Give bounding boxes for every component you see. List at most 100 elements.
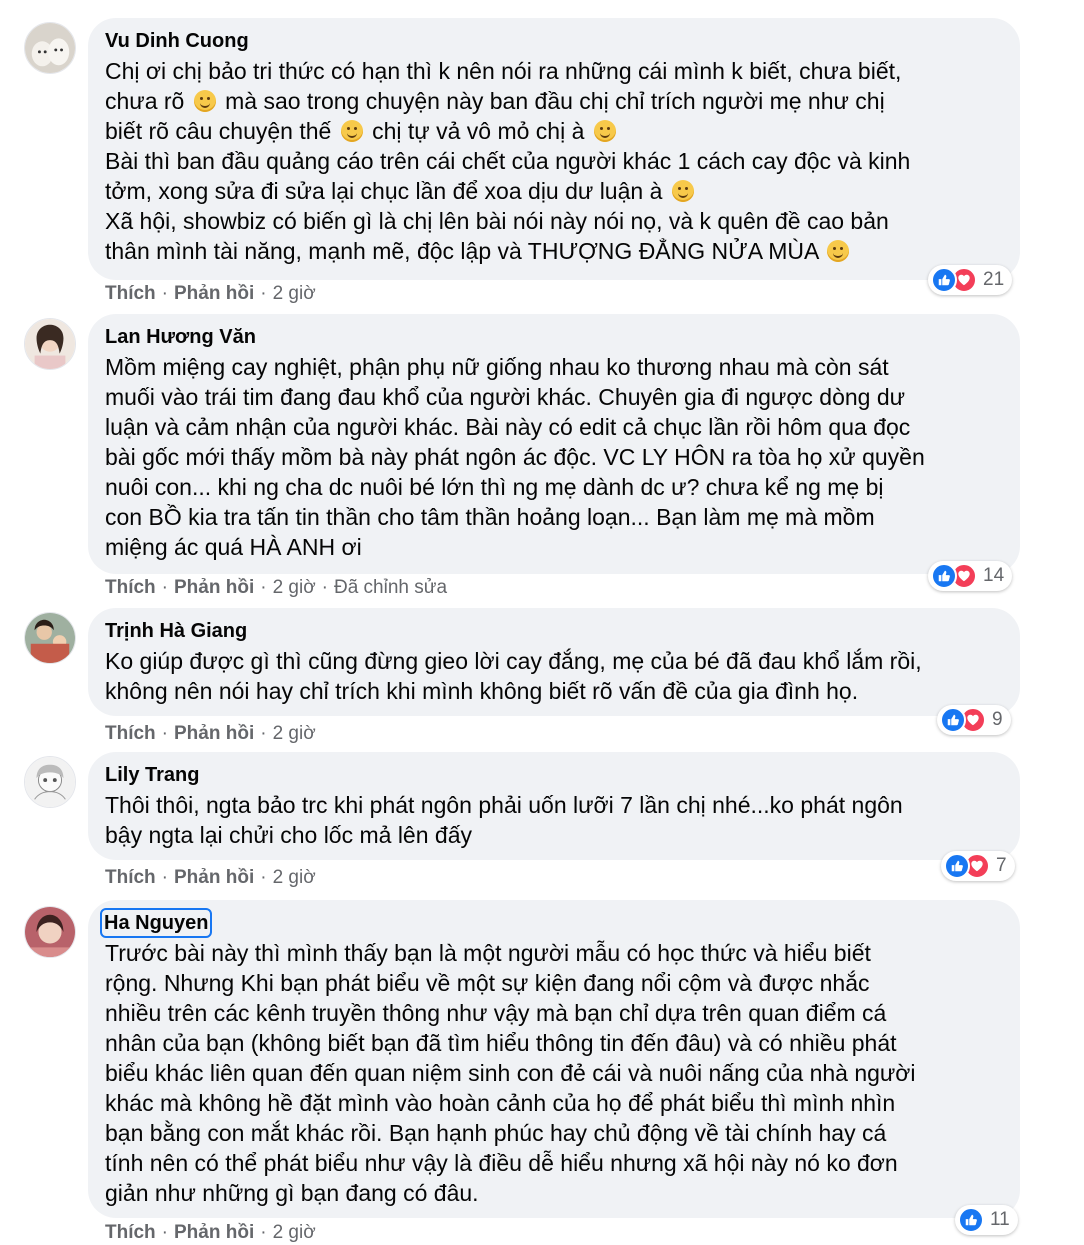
like-button[interactable]: Thích (105, 283, 156, 304)
reply-button[interactable]: Phản hồi (174, 577, 254, 598)
reaction-summary[interactable]: 7 (941, 851, 1015, 881)
reaction-count: 21 (983, 269, 1005, 290)
comment-bubble: Vu Dinh Cuong Chị ơi chị bảo tri thức có… (88, 18, 1020, 280)
comment-bubble: Lily Trang Thôi thôi, ngta bảo trc khi p… (88, 752, 1020, 860)
comment-line: rộng. Nhưng Khi bạn phát biểu về một sự … (105, 970, 870, 996)
comment-line: khác mà không hề đặt mình vào hoàn cảnh … (105, 1090, 896, 1116)
reply-button[interactable]: Phản hồi (174, 867, 254, 888)
avatar[interactable] (24, 22, 76, 74)
comment-line: bài gốc mới thấy mồm bà này phát ngôn ác… (105, 444, 925, 470)
edited-label[interactable]: Đã chỉnh sửa (334, 577, 447, 598)
like-icon (931, 563, 957, 589)
comment-line: Trước bài này thì mình thấy bạn là một n… (105, 940, 871, 966)
comment-line: nhân của bạn (không biết bạn đã tìm hiểu… (105, 1030, 897, 1056)
comment-bubble: Trịnh Hà Giang Ko giúp được gì thì cũng … (88, 608, 1020, 716)
commenter-name[interactable]: Trịnh Hà Giang (105, 618, 247, 644)
like-button[interactable]: Thích (105, 577, 156, 598)
comment-line: bạn bằng con mắt khác rồi. Bạn hạnh phúc… (105, 1120, 887, 1146)
separator: · (161, 577, 168, 598)
reaction-summary[interactable]: 9 (937, 705, 1011, 735)
separator: · (161, 283, 168, 304)
comment-text: Mồm miệng cay nghiệt, phận phụ nữ giống … (105, 352, 1002, 562)
comment-line: Thôi thôi, ngta bảo trc khi phát ngôn ph… (105, 792, 903, 818)
timestamp[interactable]: 2 giờ (273, 867, 316, 888)
reaction-count: 9 (992, 709, 1003, 730)
comment-line: Xã hội, showbiz có biến gì là chị lên bà… (105, 208, 889, 234)
commenter-name[interactable]: Vu Dinh Cuong (105, 28, 249, 54)
comment-line: Bài thì ban đầu quảng cáo trên cái chết … (105, 148, 911, 174)
comment-line: con BỒ kia tra tấn tin thần cho tâm thần… (105, 504, 875, 530)
separator: · (260, 283, 267, 304)
separator: · (161, 723, 168, 744)
smile-emoji-icon (193, 90, 216, 112)
separator: · (321, 577, 328, 598)
timestamp[interactable]: 2 giờ (273, 577, 316, 598)
reaction-count: 11 (990, 1209, 1010, 1230)
comment-text: Ko giúp được gì thì cũng đừng gieo lời c… (105, 646, 1002, 706)
comment-actions: Thích · Phản hồi · 2 giờ · Đã chỉnh sửa (105, 576, 447, 600)
comment-line: biết rõ câu chuyện thế (105, 118, 332, 144)
comment-text: Thôi thôi, ngta bảo trc khi phát ngôn ph… (105, 790, 1002, 850)
comment-line: Mồm miệng cay nghiệt, phận phụ nữ giống … (105, 354, 889, 380)
comment-text: Trước bài này thì mình thấy bạn là một n… (105, 938, 1002, 1208)
comment-line: không nên nói hay chỉ trích khi mình khô… (105, 678, 859, 704)
commenter-name[interactable]: Ha Nguyen (99, 908, 213, 938)
comment-actions: Thích · Phản hồi · 2 giờ (105, 282, 316, 306)
commenter-name[interactable]: Lan Hương Văn (105, 324, 256, 350)
comment-line: luận và cảm nhận của người khác. Bài này… (105, 414, 911, 440)
comment-line: muối vào trái tim đang đau khổ của người… (105, 384, 906, 410)
avatar[interactable] (24, 906, 76, 958)
timestamp[interactable]: 2 giờ (273, 1222, 316, 1243)
comment-line: thân mình tài năng, mạnh mẽ, độc lập và … (105, 238, 819, 264)
separator: · (161, 1222, 168, 1243)
like-icon (958, 1207, 984, 1233)
smile-emoji-icon (593, 120, 616, 142)
avatar[interactable] (24, 318, 76, 370)
commenter-name[interactable]: Lily Trang (105, 762, 199, 788)
reply-button[interactable]: Phản hồi (174, 723, 254, 744)
comment-line: nhiều trên các kênh truyền thông như vậy… (105, 1000, 887, 1026)
reaction-count: 7 (996, 855, 1007, 876)
timestamp[interactable]: 2 giờ (273, 283, 316, 304)
like-icon (940, 707, 966, 733)
comment-line: tính nên có thể phát biểu như vậy là điề… (105, 1150, 898, 1176)
comment-line: bậy ngta lại chửi cho lốc mả lên đấy (105, 822, 472, 848)
smile-emoji-icon (671, 180, 694, 202)
separator: · (260, 577, 267, 598)
like-button[interactable]: Thích (105, 1222, 156, 1243)
comment-bubble: Ha Nguyen Trước bài này thì mình thấy bạ… (88, 900, 1020, 1218)
reply-button[interactable]: Phản hồi (174, 283, 254, 304)
comment-actions: Thích · Phản hồi · 2 giờ (105, 1221, 316, 1245)
comment-text: Chị ơi chị bảo tri thức có hạn thì k nên… (105, 56, 1002, 266)
comment-line: chị tự vả vô mỏ chị à (372, 118, 585, 144)
avatar[interactable] (24, 612, 76, 664)
separator: · (161, 867, 168, 888)
reply-button[interactable]: Phản hồi (174, 1222, 254, 1243)
timestamp[interactable]: 2 giờ (273, 723, 316, 744)
comment-line: miệng ác quá HÀ ANH ơi (105, 534, 362, 560)
comment-line: Chị ơi chị bảo tri thức có hạn thì k nên… (105, 58, 902, 84)
comment-line: giản như những gì bạn đang có đâu. (105, 1180, 479, 1206)
reaction-summary[interactable]: 11 (955, 1205, 1018, 1235)
comment-bubble: Lan Hương Văn Mồm miệng cay nghiệt, phận… (88, 314, 1020, 574)
like-button[interactable]: Thích (105, 867, 156, 888)
separator: · (260, 1222, 267, 1243)
separator: · (260, 723, 267, 744)
reaction-count: 14 (983, 565, 1005, 586)
like-button[interactable]: Thích (105, 723, 156, 744)
smile-emoji-icon (340, 120, 363, 142)
separator: · (260, 867, 267, 888)
smile-emoji-icon (827, 240, 850, 262)
comment-line: biểu khác liên quan đến quan niệm sinh c… (105, 1060, 916, 1086)
comment-line: chưa rõ (105, 88, 185, 114)
comment-line: tởm, xong sửa đi sửa lại chục lần để xoa… (105, 178, 663, 204)
reaction-summary[interactable]: 21 (928, 265, 1013, 295)
like-icon (931, 267, 957, 293)
reaction-summary[interactable]: 14 (928, 561, 1013, 591)
comment-actions: Thích · Phản hồi · 2 giờ (105, 866, 316, 890)
comment-line: nuôi con... khi ng cha dc nuôi bé lớn th… (105, 474, 884, 500)
comment-line: Ko giúp được gì thì cũng đừng gieo lời c… (105, 648, 922, 674)
comment-actions: Thích · Phản hồi · 2 giờ (105, 722, 316, 746)
like-icon (944, 853, 970, 879)
avatar[interactable] (24, 756, 76, 808)
